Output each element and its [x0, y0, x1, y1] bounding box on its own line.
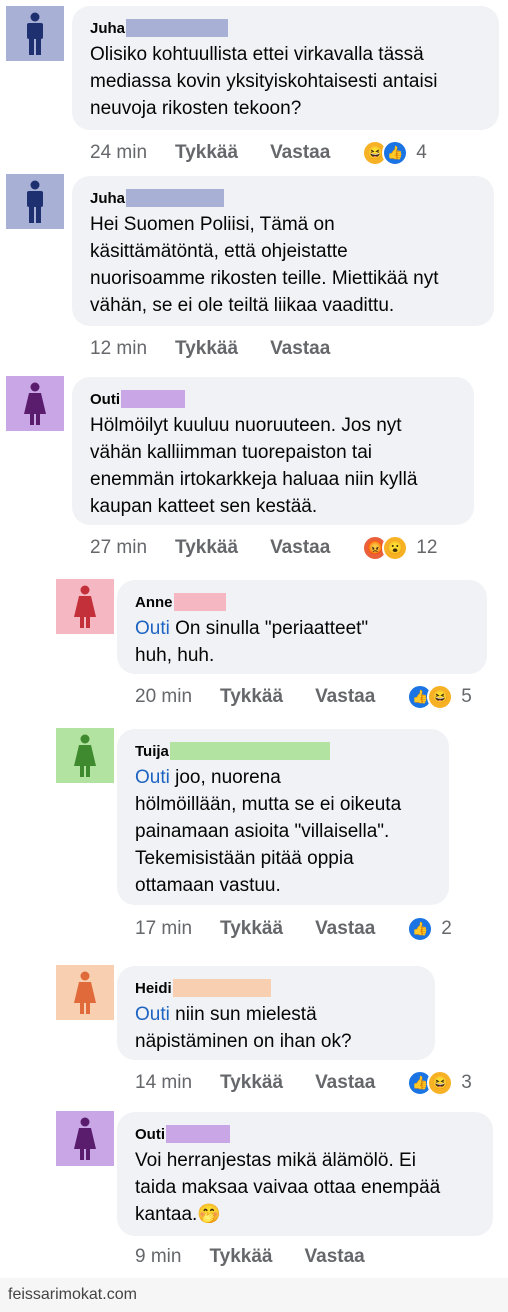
like-button[interactable]: Tykkää [175, 142, 238, 164]
avatar-tuija[interactable] [56, 728, 114, 783]
mention-link[interactable]: Outi [135, 767, 170, 788]
reactions-summary[interactable]: 👍 😆 5 [407, 684, 472, 710]
redacted-surname [126, 19, 229, 37]
like-button[interactable]: Tykkää [209, 1246, 272, 1268]
like-button[interactable]: Tykkää [220, 1072, 283, 1094]
avatar-outi[interactable] [56, 1111, 114, 1166]
female-person-icon [74, 1117, 96, 1160]
author-name[interactable]: Juha [90, 190, 125, 207]
comment-actions: 14 min Tykkää Vastaa 👍 😆 3 [135, 1069, 472, 1097]
author-name[interactable]: Outi [135, 1126, 165, 1143]
reply-bubble: Tuija Outi joo, nuorena hölmöillään, mut… [117, 729, 449, 905]
comment-actions: 12 min Tykkää Vastaa [90, 335, 362, 363]
comment-actions: 27 min Tykkää Vastaa 😡 😮 12 [90, 534, 437, 562]
haha-icon: 😆 [427, 1070, 454, 1096]
author-name[interactable]: Heidi [135, 980, 172, 997]
mention-link[interactable]: Outi [135, 618, 170, 639]
comment-actions: 17 min Tykkää Vastaa 👍 2 [135, 915, 452, 943]
author-name[interactable]: Tuija [135, 743, 169, 760]
timestamp[interactable]: 17 min [135, 918, 192, 940]
avatar-juha[interactable] [6, 174, 64, 229]
comment-text: Outi joo, nuorena hölmöillään, mutta se … [135, 764, 435, 899]
comment-bubble: Juha Olisiko kohtuullista ettei virkaval… [72, 6, 499, 130]
avatar-heidi[interactable] [56, 965, 114, 1020]
comment-body: On sinulla "periaatteet" huh, huh. [135, 618, 369, 666]
female-person-icon [74, 971, 96, 1014]
redacted-surname [172, 979, 271, 997]
female-person-icon [74, 734, 96, 777]
reply-bubble: Heidi Outi niin sun mielestä näpistämine… [117, 966, 435, 1060]
comment-actions: 20 min Tykkää Vastaa 👍 😆 5 [135, 683, 472, 711]
reaction-count: 2 [441, 918, 452, 939]
timestamp[interactable]: 9 min [135, 1246, 181, 1268]
like-icon: 👍 [407, 916, 434, 942]
male-person-icon [27, 180, 43, 223]
haha-icon: 😆 [427, 684, 454, 710]
redacted-surname [173, 593, 226, 611]
comment-text: Voi herranjestas mikä älämölö. Ei taida … [135, 1150, 441, 1225]
redacted-surname [169, 742, 330, 760]
redacted-surname [166, 1125, 230, 1143]
reply-button[interactable]: Vastaa [315, 1072, 375, 1094]
comment-body: joo, nuorena hölmöillään, mutta se ei oi… [135, 767, 402, 896]
redacted-surname [121, 390, 185, 408]
like-icon: 👍 [382, 140, 409, 166]
timestamp[interactable]: 12 min [90, 338, 147, 360]
reactions-summary[interactable]: 👍 😆 3 [407, 1070, 472, 1096]
like-button[interactable]: Tykkää [175, 338, 238, 360]
reaction-count: 5 [461, 686, 472, 707]
comment-bubble: Outi Hölmöilyt kuuluu nuoruuteen. Jos ny… [72, 377, 474, 525]
comment-text: Hölmöilyt kuuluu nuoruuteen. Jos nyt väh… [90, 415, 418, 517]
timestamp[interactable]: 27 min [90, 537, 147, 559]
watermark: feissarimokat.com [0, 1278, 508, 1312]
avatar-outi[interactable] [6, 376, 64, 431]
comment-text: Outi On sinulla "periaatteet" huh, huh. [135, 615, 473, 669]
comment-actions: 9 min Tykkää Vastaa [135, 1243, 397, 1271]
reply-button[interactable]: Vastaa [315, 918, 375, 940]
reply-button[interactable]: Vastaa [270, 142, 330, 164]
reply-button[interactable]: Vastaa [270, 338, 330, 360]
author-name[interactable]: Outi [90, 391, 120, 408]
author-name[interactable]: Juha [90, 20, 125, 37]
reaction-count: 12 [416, 537, 438, 558]
comment-actions: 24 min Tykkää Vastaa 😆 👍 4 [90, 139, 427, 167]
reactions-summary[interactable]: 👍 2 [407, 916, 452, 942]
comment-bubble: Juha Hei Suomen Poliisi, Tämä on käsittä… [72, 176, 494, 326]
comment-text: Outi niin sun mielestä näpistäminen on i… [135, 1001, 421, 1055]
reply-button[interactable]: Vastaa [305, 1246, 365, 1268]
mention-link[interactable]: Outi [135, 1004, 170, 1025]
reply-bubble: Anne Outi On sinulla "periaatteet" huh, … [117, 580, 487, 674]
reaction-count: 4 [416, 142, 427, 163]
avatar-juha[interactable] [6, 6, 64, 61]
timestamp[interactable]: 20 min [135, 686, 192, 708]
male-person-icon [27, 12, 43, 55]
wow-icon: 😮 [382, 535, 409, 561]
female-person-icon [24, 382, 46, 425]
timestamp[interactable]: 14 min [135, 1072, 192, 1094]
redacted-surname [126, 189, 225, 207]
like-button[interactable]: Tykkää [220, 918, 283, 940]
like-button[interactable]: Tykkää [175, 537, 238, 559]
reaction-count: 3 [461, 1072, 472, 1093]
reply-button[interactable]: Vastaa [270, 537, 330, 559]
reply-button[interactable]: Vastaa [315, 686, 375, 708]
like-button[interactable]: Tykkää [220, 686, 283, 708]
female-person-icon [74, 585, 96, 628]
reactions-summary[interactable]: 😆 👍 4 [362, 140, 427, 166]
comment-text: Hei Suomen Poliisi, Tämä on käsittämätön… [90, 214, 439, 316]
avatar-anne[interactable] [56, 579, 114, 634]
author-name[interactable]: Anne [135, 594, 173, 611]
timestamp[interactable]: 24 min [90, 142, 147, 164]
comment-text: Olisiko kohtuullista ettei virkavalla tä… [90, 44, 438, 119]
reactions-summary[interactable]: 😡 😮 12 [362, 535, 437, 561]
reply-bubble: Outi Voi herranjestas mikä älämölö. Ei t… [117, 1112, 493, 1236]
